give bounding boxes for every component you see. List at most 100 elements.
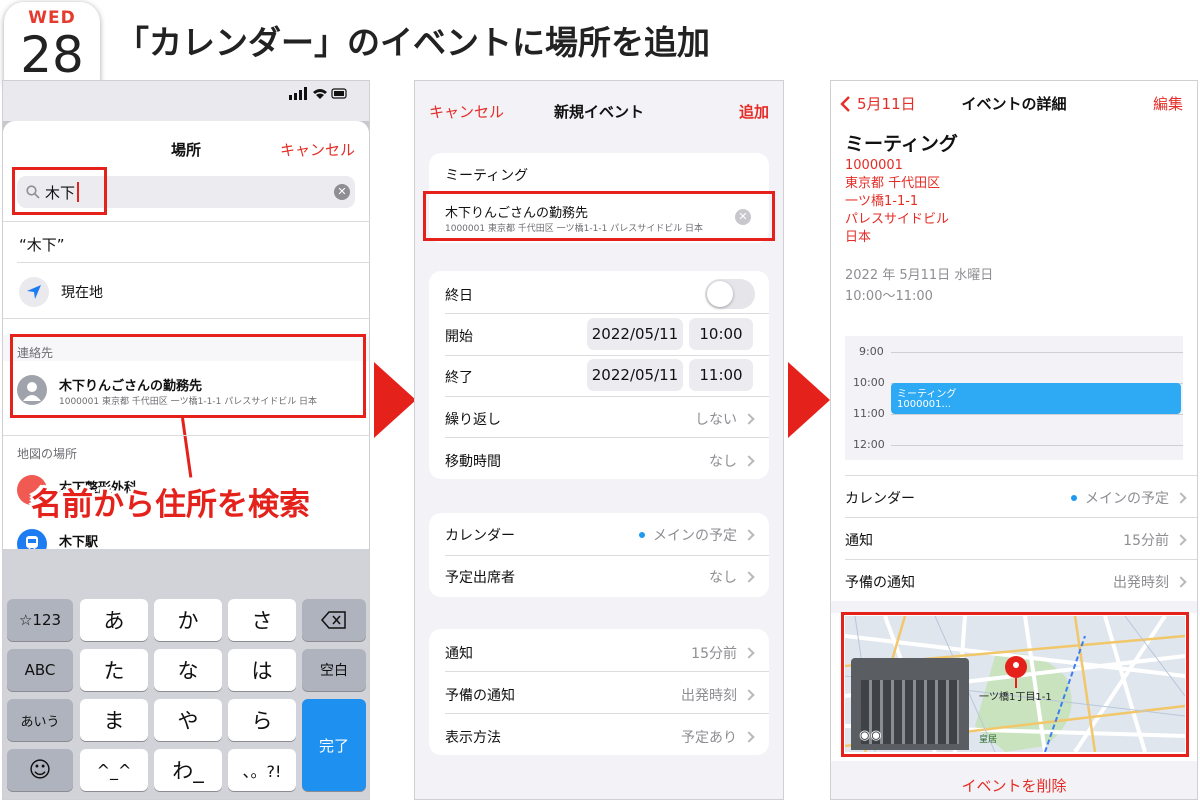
key-wa[interactable]: わ_ — [154, 749, 222, 791]
allday-toggle[interactable] — [705, 279, 755, 309]
key-face[interactable]: ^_^ — [80, 749, 148, 791]
chevron-right-icon — [743, 647, 755, 659]
chevron-right-icon — [743, 529, 755, 541]
current-location-item[interactable]: 現在地 — [61, 282, 103, 302]
highlight-location-field — [423, 191, 775, 241]
phone-screen-event-details: 5月11日 イベントの詳細 編集 ミーティング 1000001 東京都 千代田区… — [830, 80, 1198, 800]
key-sa[interactable]: さ — [228, 599, 296, 641]
status-icons — [289, 87, 347, 100]
showas-label: 表示方法 — [445, 730, 501, 746]
travel-row[interactable]: なし — [709, 451, 755, 471]
second-alert-row[interactable]: 出発時刻 — [681, 685, 755, 705]
second-alert-value: 出発時刻 — [681, 688, 737, 704]
second-alert-row[interactable]: 出発時刻 — [1113, 572, 1187, 592]
alert-label: 通知 — [845, 533, 873, 549]
address-line: パレスサイドビル — [845, 212, 950, 227]
clear-search-icon[interactable]: ✕ — [334, 184, 350, 200]
key-ha[interactable]: は — [228, 649, 296, 691]
delete-event-button[interactable]: イベントを削除 — [831, 775, 1197, 796]
second-alert-value: 出発時刻 — [1113, 575, 1169, 591]
repeat-value: しない — [695, 412, 737, 428]
end-time-picker[interactable]: 11:00 — [689, 359, 753, 391]
chevron-right-icon — [743, 455, 755, 467]
key-abc[interactable]: ABC — [7, 649, 73, 691]
nav-title: イベントの詳細 — [961, 95, 1067, 113]
travel-value: なし — [709, 454, 737, 470]
alert-row[interactable]: 15分前 — [691, 643, 755, 663]
alert-value: 15分前 — [691, 646, 737, 662]
backspace-icon[interactable] — [302, 599, 366, 641]
add-button[interactable]: 追加 — [739, 101, 769, 122]
calendar-icon-weekday: WED — [28, 8, 76, 28]
repeat-label: 繰り返し — [445, 412, 501, 428]
section-map-places: 地図の場所 — [17, 447, 78, 461]
address-line: 東京都 千代田区 — [845, 176, 941, 191]
page-title: 「カレンダー」のイベントに場所を追加 — [116, 23, 710, 62]
key-ma[interactable]: ま — [80, 699, 148, 741]
alert-row[interactable]: 15分前 — [1123, 530, 1187, 550]
calendar-label: カレンダー — [845, 491, 915, 507]
keyboard: ☆123 ABC あいう ☺ あ か さ た な は ま や ら ^_^ わ_ … — [3, 549, 369, 799]
calendar-value: メインの予定 — [653, 528, 737, 544]
chevron-right-icon — [743, 731, 755, 743]
highlight-search-box — [12, 167, 107, 215]
nav-title: 新規イベント — [553, 103, 644, 121]
repeat-row[interactable]: しない — [695, 409, 755, 429]
hour-label: 12:00 — [853, 438, 885, 451]
step-arrow-2 — [788, 362, 830, 438]
start-time-picker[interactable]: 10:00 — [689, 318, 753, 350]
edit-button[interactable]: 編集 — [1153, 93, 1183, 114]
chevron-right-icon — [743, 689, 755, 701]
event-address[interactable]: 1000001 東京都 千代田区 一ツ橋1-1-1 パレスサイドビル 日本 — [845, 157, 949, 247]
event-block[interactable]: ミーティング 1000001... — [891, 383, 1181, 414]
second-alert-label: 予備の通知 — [445, 688, 515, 704]
chevron-right-icon — [743, 571, 755, 583]
event-time: 10:00～11:00 — [845, 289, 933, 304]
invitees-row[interactable]: なし — [709, 567, 755, 587]
end-label: 終了 — [445, 370, 473, 386]
suggestion-quoted-query[interactable]: “木下” — [19, 234, 65, 255]
key-ta[interactable]: た — [80, 649, 148, 691]
event-block-title: ミーティング — [897, 389, 957, 400]
alert-label: 通知 — [445, 646, 473, 662]
key-symbols[interactable]: ☆123 — [7, 599, 73, 641]
key-a[interactable]: あ — [80, 599, 148, 641]
key-ka[interactable]: か — [154, 599, 222, 641]
hour-label: 11:00 — [853, 407, 885, 420]
chevron-right-icon — [1175, 534, 1187, 546]
status-bar — [3, 81, 369, 121]
key-space[interactable]: 空白 — [302, 649, 366, 691]
calendar-icon-day: 28 — [20, 26, 84, 84]
start-date-picker[interactable]: 2022/05/11 — [587, 318, 683, 350]
end-date-picker[interactable]: 2022/05/11 — [587, 359, 683, 391]
key-na[interactable]: な — [154, 649, 222, 691]
calendar-label: カレンダー — [445, 528, 515, 544]
key-punctuation[interactable]: 、。?! — [228, 749, 296, 791]
phone-screen-new-event: キャンセル 新規イベント 追加 ミーティング 木下りんごさんの勤務先 10000… — [414, 80, 784, 800]
alert-value: 15分前 — [1123, 533, 1169, 549]
callout-text: 名前から住所を検索 — [31, 487, 310, 523]
map-place-2[interactable]: 木下駅 — [59, 531, 98, 550]
calendar-row[interactable]: メインの予定 — [639, 525, 755, 545]
event-title-field[interactable]: ミーティング — [445, 165, 528, 185]
key-ra[interactable]: ら — [228, 699, 296, 741]
day-timeline: 9:00 10:00 11:00 12:00 ミーティング 1000001... — [845, 336, 1183, 460]
alerts-card: 通知 15分前 予備の通知 出発時刻 表示方法 予定あり — [429, 629, 769, 755]
key-ya[interactable]: や — [154, 699, 222, 741]
phone-screen-location-search: 場所 キャンセル 木下 ✕ “木下” 現在地 連絡先 木下りんごさんの勤務先 1… — [2, 80, 370, 800]
invitees-label: 予定出席者 — [445, 570, 515, 586]
chevron-right-icon — [743, 413, 755, 425]
key-done[interactable]: 完了 — [302, 699, 366, 791]
cancel-button[interactable]: キャンセル — [280, 139, 355, 160]
address-line: 1000001 — [845, 158, 903, 173]
showas-row[interactable]: 予定あり — [681, 727, 755, 747]
address-line: 日本 — [845, 230, 872, 245]
date-time-card: 終日 開始 2022/05/11 10:00 終了 2022/05/11 11:… — [429, 271, 769, 479]
travel-label: 移動時間 — [445, 454, 501, 470]
calendar-row[interactable]: メインの予定 — [1071, 488, 1187, 508]
location-arrow-icon — [19, 277, 49, 307]
invitees-value: なし — [709, 570, 737, 586]
key-emoji[interactable]: ☺ — [7, 749, 73, 791]
key-kana-mode[interactable]: あいう — [7, 699, 73, 741]
address-line: 一ツ橋1-1-1 — [845, 194, 919, 209]
